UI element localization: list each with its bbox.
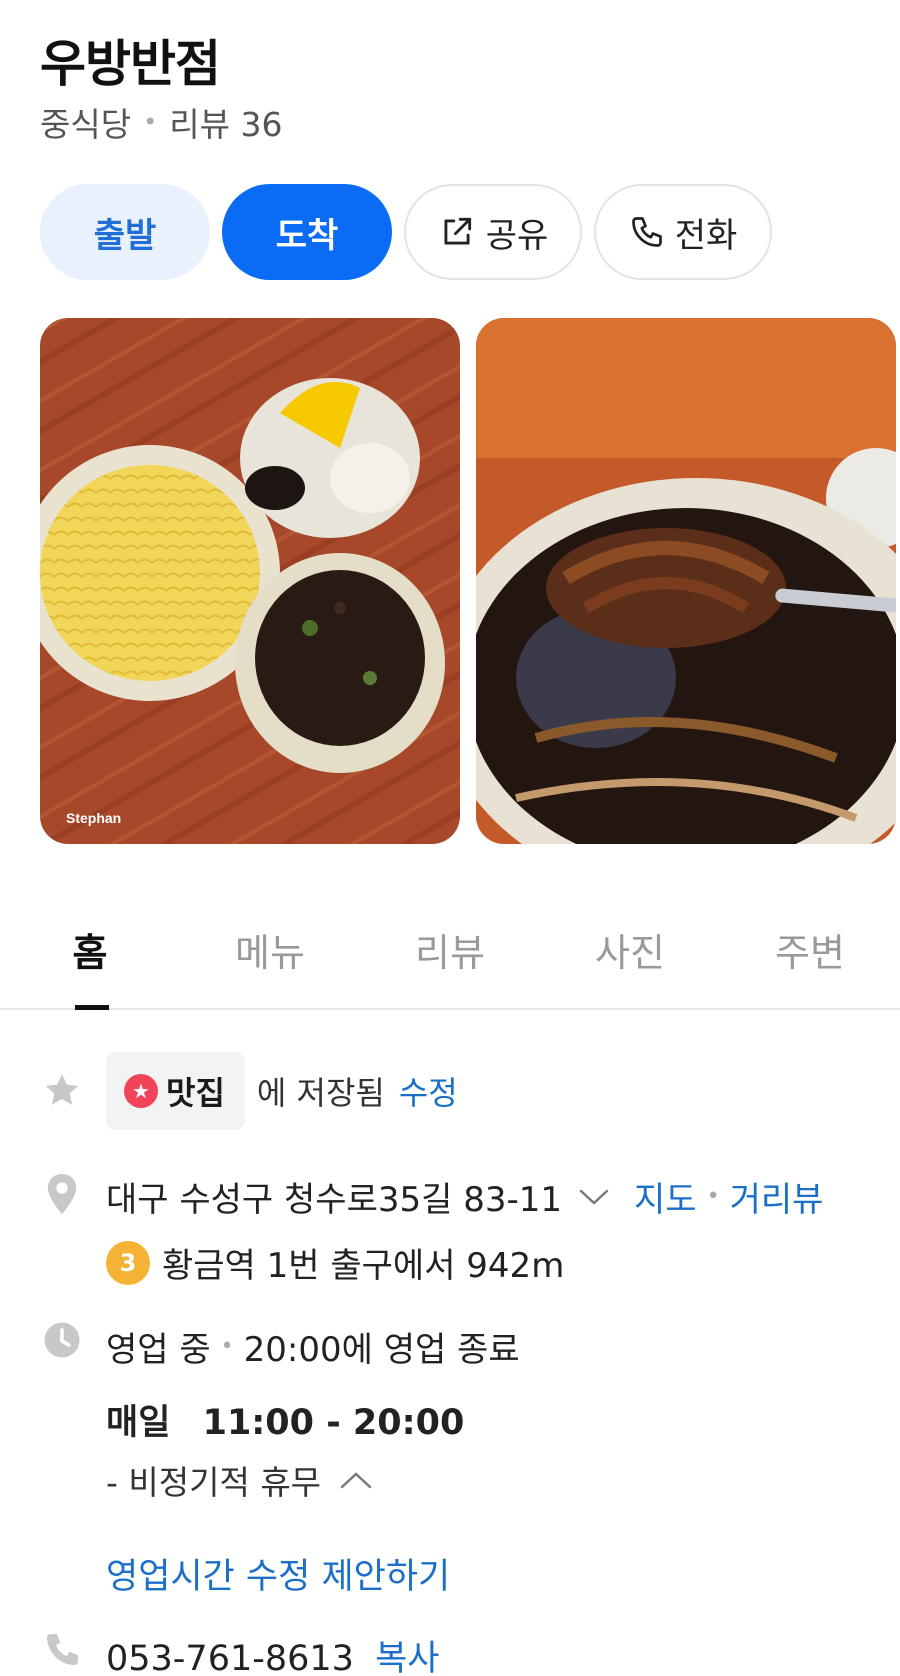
place-detail-page: 우방반점 중식당 • 리뷰 36 출발 도착 공유 전화 Stephan 홈 메…: [0, 0, 900, 1676]
saved-text: 에 저장됨: [256, 1074, 385, 1112]
photo-jjajangmyeon[interactable]: [476, 318, 896, 844]
separator-dot: •: [143, 108, 158, 136]
tab-reviews[interactable]: 리뷰: [360, 900, 540, 1008]
photo-gallery: Stephan: [40, 318, 896, 844]
depart-button[interactable]: 출발: [40, 184, 210, 280]
closing-time: 20:00에 영업 종료: [243, 1330, 520, 1370]
tab-home[interactable]: 홈: [0, 900, 180, 1010]
street-view-link[interactable]: 거리뷰: [730, 1172, 824, 1221]
separator-dot: •: [220, 1334, 234, 1359]
saved-row: ★ 맛집 에 저장됨 수정: [106, 1052, 458, 1130]
location-pin-icon: [47, 1174, 77, 1214]
copy-phone-link[interactable]: 복사: [375, 1639, 439, 1676]
station-text: 황금역 1번 출구에서 942m: [162, 1246, 565, 1286]
phone-icon: [631, 217, 662, 247]
tab-nearby[interactable]: 주변: [720, 900, 900, 1008]
place-category: 중식당: [40, 105, 132, 144]
address-row: 대구 수성구 청수로35길 83-11 지도 • 거리뷰: [106, 1172, 823, 1221]
open-status: 영업 중: [106, 1330, 211, 1370]
subway-line-badge: 3: [106, 1240, 150, 1285]
hours-time: 11:00 - 20:00: [202, 1403, 465, 1443]
station-row: 3 황금역 1번 출구에서 942m: [106, 1238, 564, 1287]
suggest-hours-edit-link[interactable]: 영업시간 수정 제안하기: [106, 1548, 450, 1599]
business-hours: 매일 11:00 - 20:00: [106, 1394, 464, 1445]
place-subtitle: 중식당 • 리뷰 36: [40, 98, 282, 146]
review-count-link[interactable]: 리뷰 36: [169, 98, 282, 146]
share-icon: [444, 217, 471, 245]
call-button[interactable]: 전화: [594, 184, 772, 280]
separator-dot: •: [706, 1184, 720, 1209]
tab-photos[interactable]: 사진: [540, 900, 720, 1008]
tab-menu[interactable]: 메뉴: [180, 900, 360, 1008]
chevron-down-icon[interactable]: [578, 1187, 610, 1207]
call-label: 전화: [674, 215, 738, 256]
place-title: 우방반점: [40, 35, 221, 93]
phone-number[interactable]: 053-761-8613: [106, 1639, 354, 1676]
saved-star-icon: ★: [124, 1074, 158, 1108]
open-status-row: 영업 중 • 20:00에 영업 종료: [106, 1322, 520, 1371]
share-label: 공유: [485, 215, 549, 256]
phone-row: 053-761-8613 복사: [106, 1630, 440, 1676]
photo-credit: Stephan: [66, 810, 122, 826]
saved-edit-link[interactable]: 수정: [399, 1068, 458, 1114]
phone-icon: [47, 1634, 78, 1665]
tab-bar: 홈 메뉴 리뷰 사진 주변: [0, 900, 900, 1010]
photo-noodles-sauce[interactable]: Stephan: [40, 318, 460, 844]
saved-list-chip[interactable]: ★ 맛집: [106, 1052, 245, 1130]
address-text: 대구 수성구 청수로35길 83-11: [106, 1180, 563, 1220]
chevron-up-icon[interactable]: [339, 1470, 373, 1490]
holiday-text: - 비정기적 휴무: [106, 1463, 322, 1502]
hours-days: 매일: [106, 1403, 171, 1443]
arrive-button[interactable]: 도착: [222, 184, 392, 280]
share-button[interactable]: 공유: [404, 184, 582, 280]
action-buttons: 출발 도착 공유 전화: [40, 184, 772, 280]
holiday-row[interactable]: - 비정기적 휴무: [106, 1456, 373, 1504]
star-icon: [45, 1074, 79, 1105]
saved-list-name: 맛집: [166, 1074, 225, 1112]
map-link[interactable]: 지도: [634, 1172, 697, 1221]
clock-icon: [44, 1322, 80, 1358]
